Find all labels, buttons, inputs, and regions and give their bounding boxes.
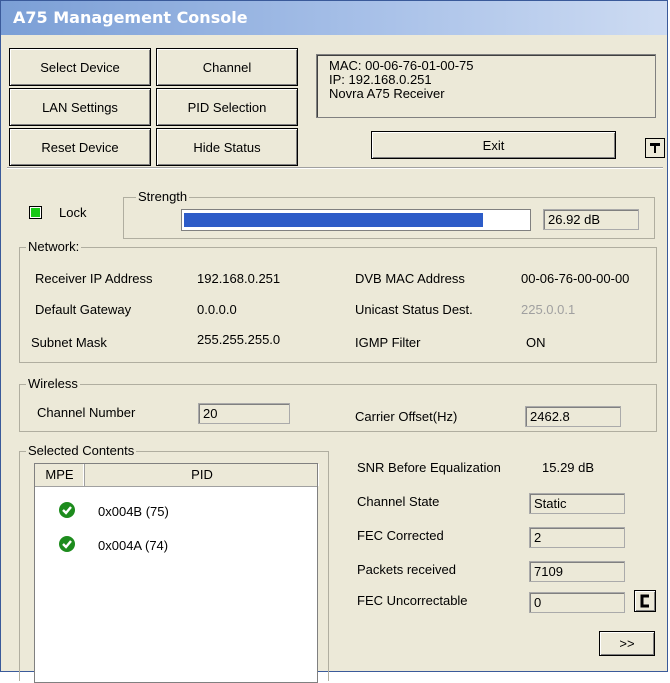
- subnet-mask-value: 255.255.255.0: [197, 332, 281, 347]
- unicast-status-label: Unicast Status Dest.: [355, 302, 473, 317]
- check-icon: [59, 502, 75, 518]
- igmp-filter-value: ON: [526, 335, 546, 350]
- list-item[interactable]: 0x004A (74): [35, 534, 317, 558]
- strength-bar: [181, 209, 531, 231]
- packets-received-label: Packets received: [357, 562, 456, 577]
- lock-label: Lock: [59, 205, 87, 220]
- dvb-mac-label: DVB MAC Address: [355, 271, 465, 286]
- next-button[interactable]: >>: [599, 631, 655, 656]
- mpe-column-header[interactable]: MPE: [35, 464, 85, 486]
- reset-device-button[interactable]: Reset Device: [9, 128, 151, 166]
- device-mac: MAC: 00-06-76-01-00-75: [329, 58, 474, 73]
- reset-counter-icon[interactable]: [634, 590, 656, 612]
- fec-corrected-field: 2: [529, 527, 625, 548]
- strength-title: Strength: [136, 189, 190, 204]
- strength-value: 26.92 dB: [543, 209, 639, 230]
- snr-label: SNR Before Equalization: [357, 460, 501, 475]
- carrier-offset-field: 2462.8: [525, 406, 621, 427]
- fec-corrected-label: FEC Corrected: [357, 528, 444, 543]
- fec-uncorrectable-field: 0: [529, 592, 625, 613]
- lock-led: [31, 208, 40, 217]
- device-info-box: MAC: 00-06-76-01-00-75 IP: 192.168.0.251…: [316, 54, 656, 118]
- pin-icon[interactable]: [645, 138, 665, 158]
- carrier-offset-label: Carrier Offset(Hz): [355, 409, 458, 424]
- snr-value: 15.29 dB: [542, 460, 595, 475]
- receiver-ip-label: Receiver IP Address: [35, 271, 153, 286]
- default-gateway-label: Default Gateway: [35, 302, 132, 317]
- unicast-status-value: 225.0.0.1: [521, 302, 576, 317]
- pid-column-header[interactable]: PID: [85, 464, 319, 486]
- channel-number-label: Channel Number: [37, 405, 136, 420]
- list-item[interactable]: 0x004B (75): [35, 500, 317, 524]
- packets-received-field: 7109: [529, 561, 625, 582]
- receiver-ip-value: 192.168.0.251: [197, 271, 281, 286]
- subnet-mask-label: Subnet Mask: [31, 335, 107, 350]
- hide-status-button[interactable]: Hide Status: [156, 128, 298, 166]
- device-ip: IP: 192.168.0.251: [329, 72, 432, 87]
- channel-state-field: Static: [529, 493, 625, 514]
- network-title: Network:: [26, 239, 82, 254]
- pid-list-header: MPE PID: [35, 464, 317, 487]
- lock-indicator: [29, 206, 42, 219]
- check-icon: [59, 536, 75, 552]
- pid-selection-button[interactable]: PID Selection: [156, 88, 298, 126]
- strength-bar-fill: [184, 213, 483, 227]
- channel-number-field: 20: [198, 403, 290, 424]
- pid-list[interactable]: MPE PID 0x004B (75) 0x004A (74): [34, 463, 318, 683]
- wireless-title: Wireless: [26, 376, 80, 391]
- pid-value: 0x004B (75): [98, 504, 169, 519]
- window-title: A75 Management Console: [13, 8, 248, 27]
- management-console-window: A75 Management Console Select Device Cha…: [0, 0, 668, 683]
- divider: [7, 167, 663, 169]
- title-bar: A75 Management Console: [1, 1, 667, 35]
- pid-value: 0x004A (74): [98, 538, 169, 553]
- exit-button[interactable]: Exit: [371, 131, 616, 159]
- igmp-filter-label: IGMP Filter: [355, 335, 421, 350]
- default-gateway-value: 0.0.0.0: [197, 302, 237, 317]
- fec-uncorrectable-label: FEC Uncorrectable: [357, 593, 468, 608]
- selected-contents-title: Selected Contents: [26, 443, 137, 458]
- channel-button[interactable]: Channel: [156, 48, 298, 86]
- dvb-mac-value: 00-06-76-00-00-00: [521, 271, 630, 286]
- channel-state-label: Channel State: [357, 494, 440, 509]
- lan-settings-button[interactable]: LAN Settings: [9, 88, 151, 126]
- device-name: Novra A75 Receiver: [329, 86, 445, 101]
- select-device-button[interactable]: Select Device: [9, 48, 151, 86]
